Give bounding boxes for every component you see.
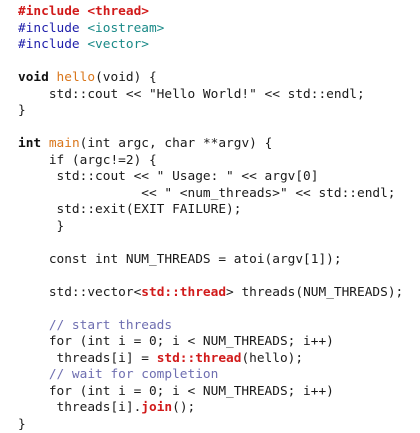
code-line: std::cout << "Hello World!" << std::endl… xyxy=(18,87,403,104)
code-token: std::exit(EXIT FAILURE); xyxy=(18,202,241,217)
code-line: for (int i = 0; i < NUM_THREADS; i++) xyxy=(18,334,403,351)
code-token: #include xyxy=(18,37,87,52)
code-token: <vector> xyxy=(87,37,149,52)
code-token: #include xyxy=(18,21,87,36)
code-line: } xyxy=(18,219,403,236)
code-token: std::thread xyxy=(157,351,242,366)
code-token: } xyxy=(18,103,26,118)
code-line xyxy=(18,120,403,137)
code-token: > threads(NUM_THREADS); xyxy=(226,285,403,300)
code-token: main xyxy=(49,136,80,151)
code-token: std::thread xyxy=(141,285,226,300)
code-token: (hello); xyxy=(241,351,303,366)
code-line: #include <vector> xyxy=(18,37,403,54)
code-line: // start threads xyxy=(18,318,403,335)
code-token: join xyxy=(141,400,172,415)
code-line: std::vector<std::thread> threads(NUM_THR… xyxy=(18,285,403,302)
code-line: void hello(void) { xyxy=(18,70,403,87)
code-token: << " <num_threads>" << std::endl; xyxy=(18,186,396,201)
code-token: #include xyxy=(18,4,87,19)
code-token: (void) { xyxy=(95,70,157,85)
code-listing: #include <thread>#include <iostream>#inc… xyxy=(18,4,403,433)
code-line xyxy=(18,235,403,252)
code-token: <iostream> xyxy=(87,21,164,36)
code-line: } xyxy=(18,417,403,433)
code-token: <thread> xyxy=(87,4,149,19)
code-line: #include <iostream> xyxy=(18,21,403,38)
code-token: } xyxy=(18,219,64,234)
code-token: threads[i] = xyxy=(18,351,157,366)
code-token: std::vector< xyxy=(18,285,141,300)
code-token: (int argc, char **argv) { xyxy=(80,136,273,151)
code-line: for (int i = 0; i < NUM_THREADS; i++) xyxy=(18,384,403,401)
code-line xyxy=(18,268,403,285)
code-token: const int NUM_THREADS = atoi(argv[1]); xyxy=(18,252,342,267)
code-token: (); xyxy=(172,400,195,415)
code-line: } xyxy=(18,103,403,120)
code-token: for (int i = 0; i < NUM_THREADS; i++) xyxy=(18,334,334,349)
code-token: std::cout << " Usage: " << argv[0] xyxy=(18,169,318,184)
code-line: // wait for completion xyxy=(18,367,403,384)
code-line: std::cout << " Usage: " << argv[0] xyxy=(18,169,403,186)
code-line xyxy=(18,54,403,71)
code-token: for (int i = 0; i < NUM_THREADS; i++) xyxy=(18,384,334,399)
code-line xyxy=(18,301,403,318)
code-line: threads[i] = std::thread(hello); xyxy=(18,351,403,368)
code-token: hello xyxy=(57,70,96,85)
code-token xyxy=(41,136,49,151)
code-token: threads[i]. xyxy=(18,400,141,415)
code-line: int main(int argc, char **argv) { xyxy=(18,136,403,153)
code-line: if (argc!=2) { xyxy=(18,153,403,170)
code-line: const int NUM_THREADS = atoi(argv[1]); xyxy=(18,252,403,269)
code-token: } xyxy=(18,417,26,432)
code-line: << " <num_threads>" << std::endl; xyxy=(18,186,403,203)
code-token: // start threads xyxy=(18,318,172,333)
code-line: std::exit(EXIT FAILURE); xyxy=(18,202,403,219)
code-token xyxy=(49,70,57,85)
code-token: int xyxy=(18,136,41,151)
code-token: if (argc!=2) { xyxy=(18,153,157,168)
code-token: void xyxy=(18,70,49,85)
code-token: // wait for completion xyxy=(18,367,218,382)
code-token: std::cout << "Hello World!" << std::endl… xyxy=(18,87,365,102)
code-line: #include <thread> xyxy=(18,4,403,21)
code-line: threads[i].join(); xyxy=(18,400,403,417)
